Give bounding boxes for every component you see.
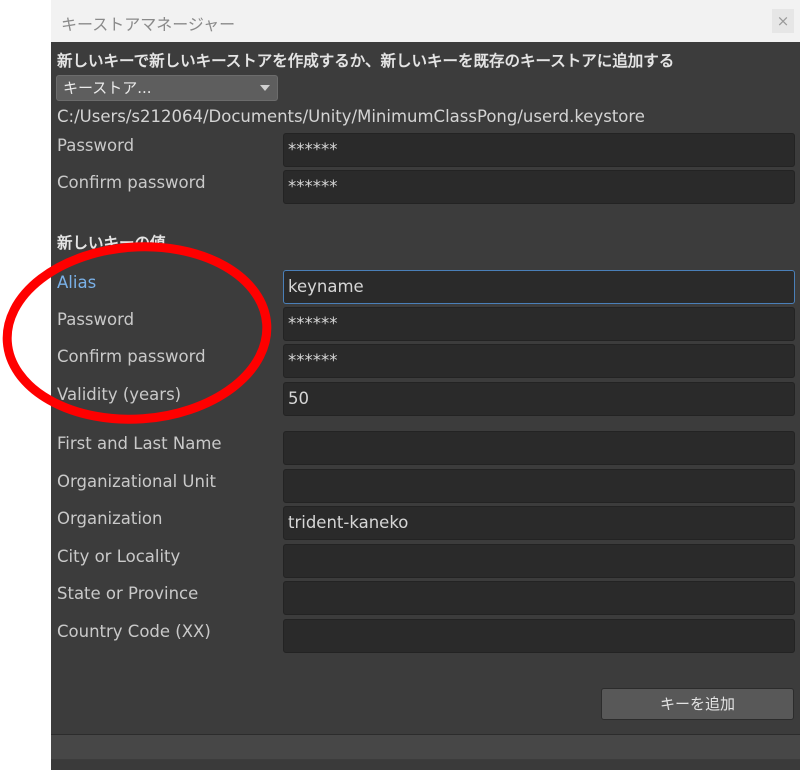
close-button[interactable]: × — [772, 9, 794, 33]
keystore-dropdown[interactable]: キーストア... — [56, 75, 278, 101]
country-field[interactable] — [283, 619, 795, 653]
keystore-path: C:/Users/s212064/Documents/Unity/Minimum… — [57, 107, 645, 126]
validity-label: Validity (years) — [57, 385, 182, 404]
chevron-down-icon — [260, 85, 270, 91]
add-key-button[interactable]: キーを追加 — [601, 688, 794, 720]
keystore-confirm-field[interactable]: ****** — [283, 170, 795, 204]
keystore-confirm-label: Confirm password — [57, 173, 206, 192]
key-password-field[interactable]: ****** — [283, 307, 795, 341]
organization-field[interactable]: trident-kaneko — [283, 506, 795, 540]
keystore-dropdown-value: キーストア... — [63, 79, 152, 97]
name-field[interactable] — [283, 431, 795, 465]
state-field[interactable] — [283, 581, 795, 615]
window-bottom-edge — [51, 760, 800, 770]
validity-field[interactable]: 50 — [283, 382, 795, 416]
country-label: Country Code (XX) — [57, 622, 211, 641]
state-label: State or Province — [57, 584, 199, 603]
new-key-heading: 新しいキーの値 — [57, 234, 166, 252]
city-field[interactable] — [283, 544, 795, 578]
keystore-manager-window: キーストアマネージャー × 新しいキーで新しいキーストアを作成するか、新しいキー… — [51, 0, 800, 770]
key-confirm-label: Confirm password — [57, 347, 206, 366]
alias-field[interactable]: keyname — [283, 270, 795, 304]
title-bar: キーストアマネージャー × — [51, 0, 800, 42]
key-password-label: Password — [57, 310, 135, 329]
city-label: City or Locality — [57, 547, 181, 566]
status-bar — [51, 734, 800, 759]
org-unit-field[interactable] — [283, 469, 795, 503]
keystore-section-heading: 新しいキーで新しいキーストアを作成するか、新しいキーを既存のキーストアに追加する — [57, 52, 675, 70]
key-confirm-field[interactable]: ****** — [283, 344, 795, 378]
organization-label: Organization — [57, 509, 163, 528]
window-title: キーストアマネージャー — [61, 15, 236, 34]
keystore-password-label: Password — [57, 136, 135, 155]
keystore-password-field[interactable]: ****** — [283, 133, 795, 167]
alias-label: Alias — [57, 273, 97, 292]
org-unit-label: Organizational Unit — [57, 472, 217, 491]
name-label: First and Last Name — [57, 434, 222, 453]
